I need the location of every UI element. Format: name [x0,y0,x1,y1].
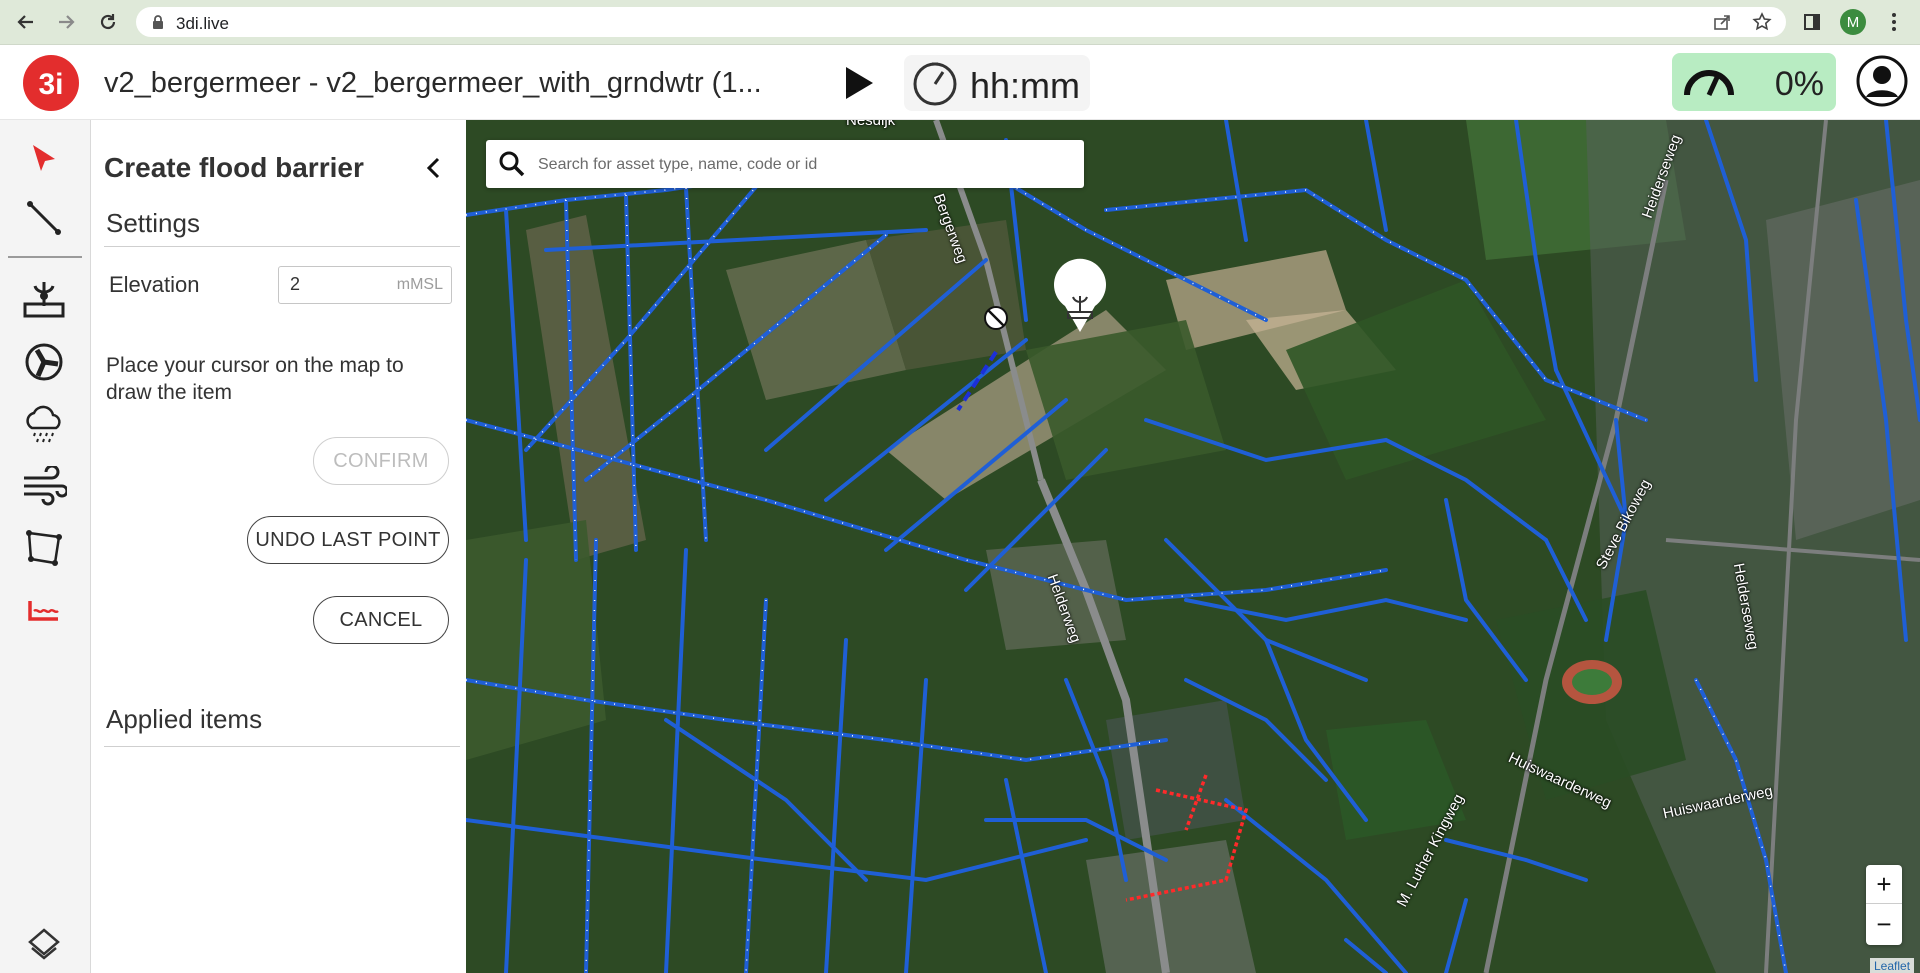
settings-heading: Settings [106,208,200,238]
rain-icon[interactable] [20,400,68,448]
elevation-unit: mMSL [396,276,443,293]
forward-icon[interactable] [54,10,78,34]
play-icon[interactable] [842,65,876,101]
simulation-speed[interactable]: 0% [1672,53,1836,111]
zoom-out-button[interactable]: − [1866,905,1902,943]
road-label-nesdijk: Nesdijk [846,120,896,129]
select-cursor-icon[interactable] [20,136,68,184]
search-icon [498,150,526,183]
url-text: 3di.live [176,14,229,33]
back-icon[interactable] [14,10,38,34]
browser-toolbar: 3di.live M [0,0,1920,45]
map-attribution[interactable]: Leaflet [1870,958,1915,973]
flood-barrier-icon[interactable] [20,586,68,634]
reload-icon[interactable] [96,10,120,34]
panel-title: Create flood barrier [104,152,364,183]
profile-avatar[interactable]: M [1840,9,1866,35]
draw-instruction: Place your cursor on the map to draw the… [106,354,404,404]
confirm-button[interactable]: CONFIRM [313,437,449,485]
elevation-value: 2 [290,274,301,294]
elevation-label: Elevation [109,272,200,297]
zoom-control: + − [1866,865,1902,945]
layers-icon[interactable] [20,920,68,968]
menu-icon[interactable] [1882,10,1906,34]
satellite-map-canvas [466,120,1920,973]
divider [104,746,460,747]
toolbar-divider [8,256,82,258]
line-tool-icon[interactable] [20,194,68,242]
simulation-time[interactable]: hh:mm [904,55,1090,111]
time-text: hh:mm [970,65,1081,106]
user-account-icon[interactable] [1856,55,1908,112]
chevron-left-icon[interactable] [421,155,447,181]
share-icon[interactable] [1710,10,1734,34]
cancel-button[interactable]: CANCEL [313,596,449,644]
divider [104,246,460,247]
water-source-icon[interactable] [20,276,68,324]
lock-icon [152,15,164,34]
address-bar[interactable]: 3di.live [136,7,1786,37]
app-header: 3i v2_bergermeer - v2_bergermeer_with_gr… [0,45,1920,120]
clock-icon [912,61,958,112]
gauge-icon [1682,63,1736,104]
search-input[interactable] [536,152,1070,178]
undo-last-point-button[interactable]: UNDO LAST POINT [247,516,449,564]
polygon-tool-icon[interactable] [20,524,68,572]
applied-items-heading: Applied items [106,704,263,734]
wind-icon[interactable] [20,462,68,510]
create-flood-barrier-panel: Create flood barrier Settings Elevation … [91,120,465,973]
map-view[interactable]: Nesdijk Bergerweg Helderweg Heiderseweg … [466,120,1920,973]
star-icon[interactable] [1750,10,1774,34]
tool-sidebar [0,120,91,973]
svg-text:3i: 3i [38,68,63,101]
pump-icon[interactable] [20,338,68,386]
sidepanel-icon[interactable] [1800,10,1824,34]
model-title: v2_bergermeer - v2_bergermeer_with_grndw… [104,67,762,99]
zoom-in-button[interactable]: + [1866,865,1902,904]
3di-logo-icon[interactable]: 3i [22,54,80,112]
speed-percentage: 0% [1774,65,1824,103]
elevation-field[interactable]: 2 mMSL [278,266,452,304]
asset-search [486,140,1084,188]
